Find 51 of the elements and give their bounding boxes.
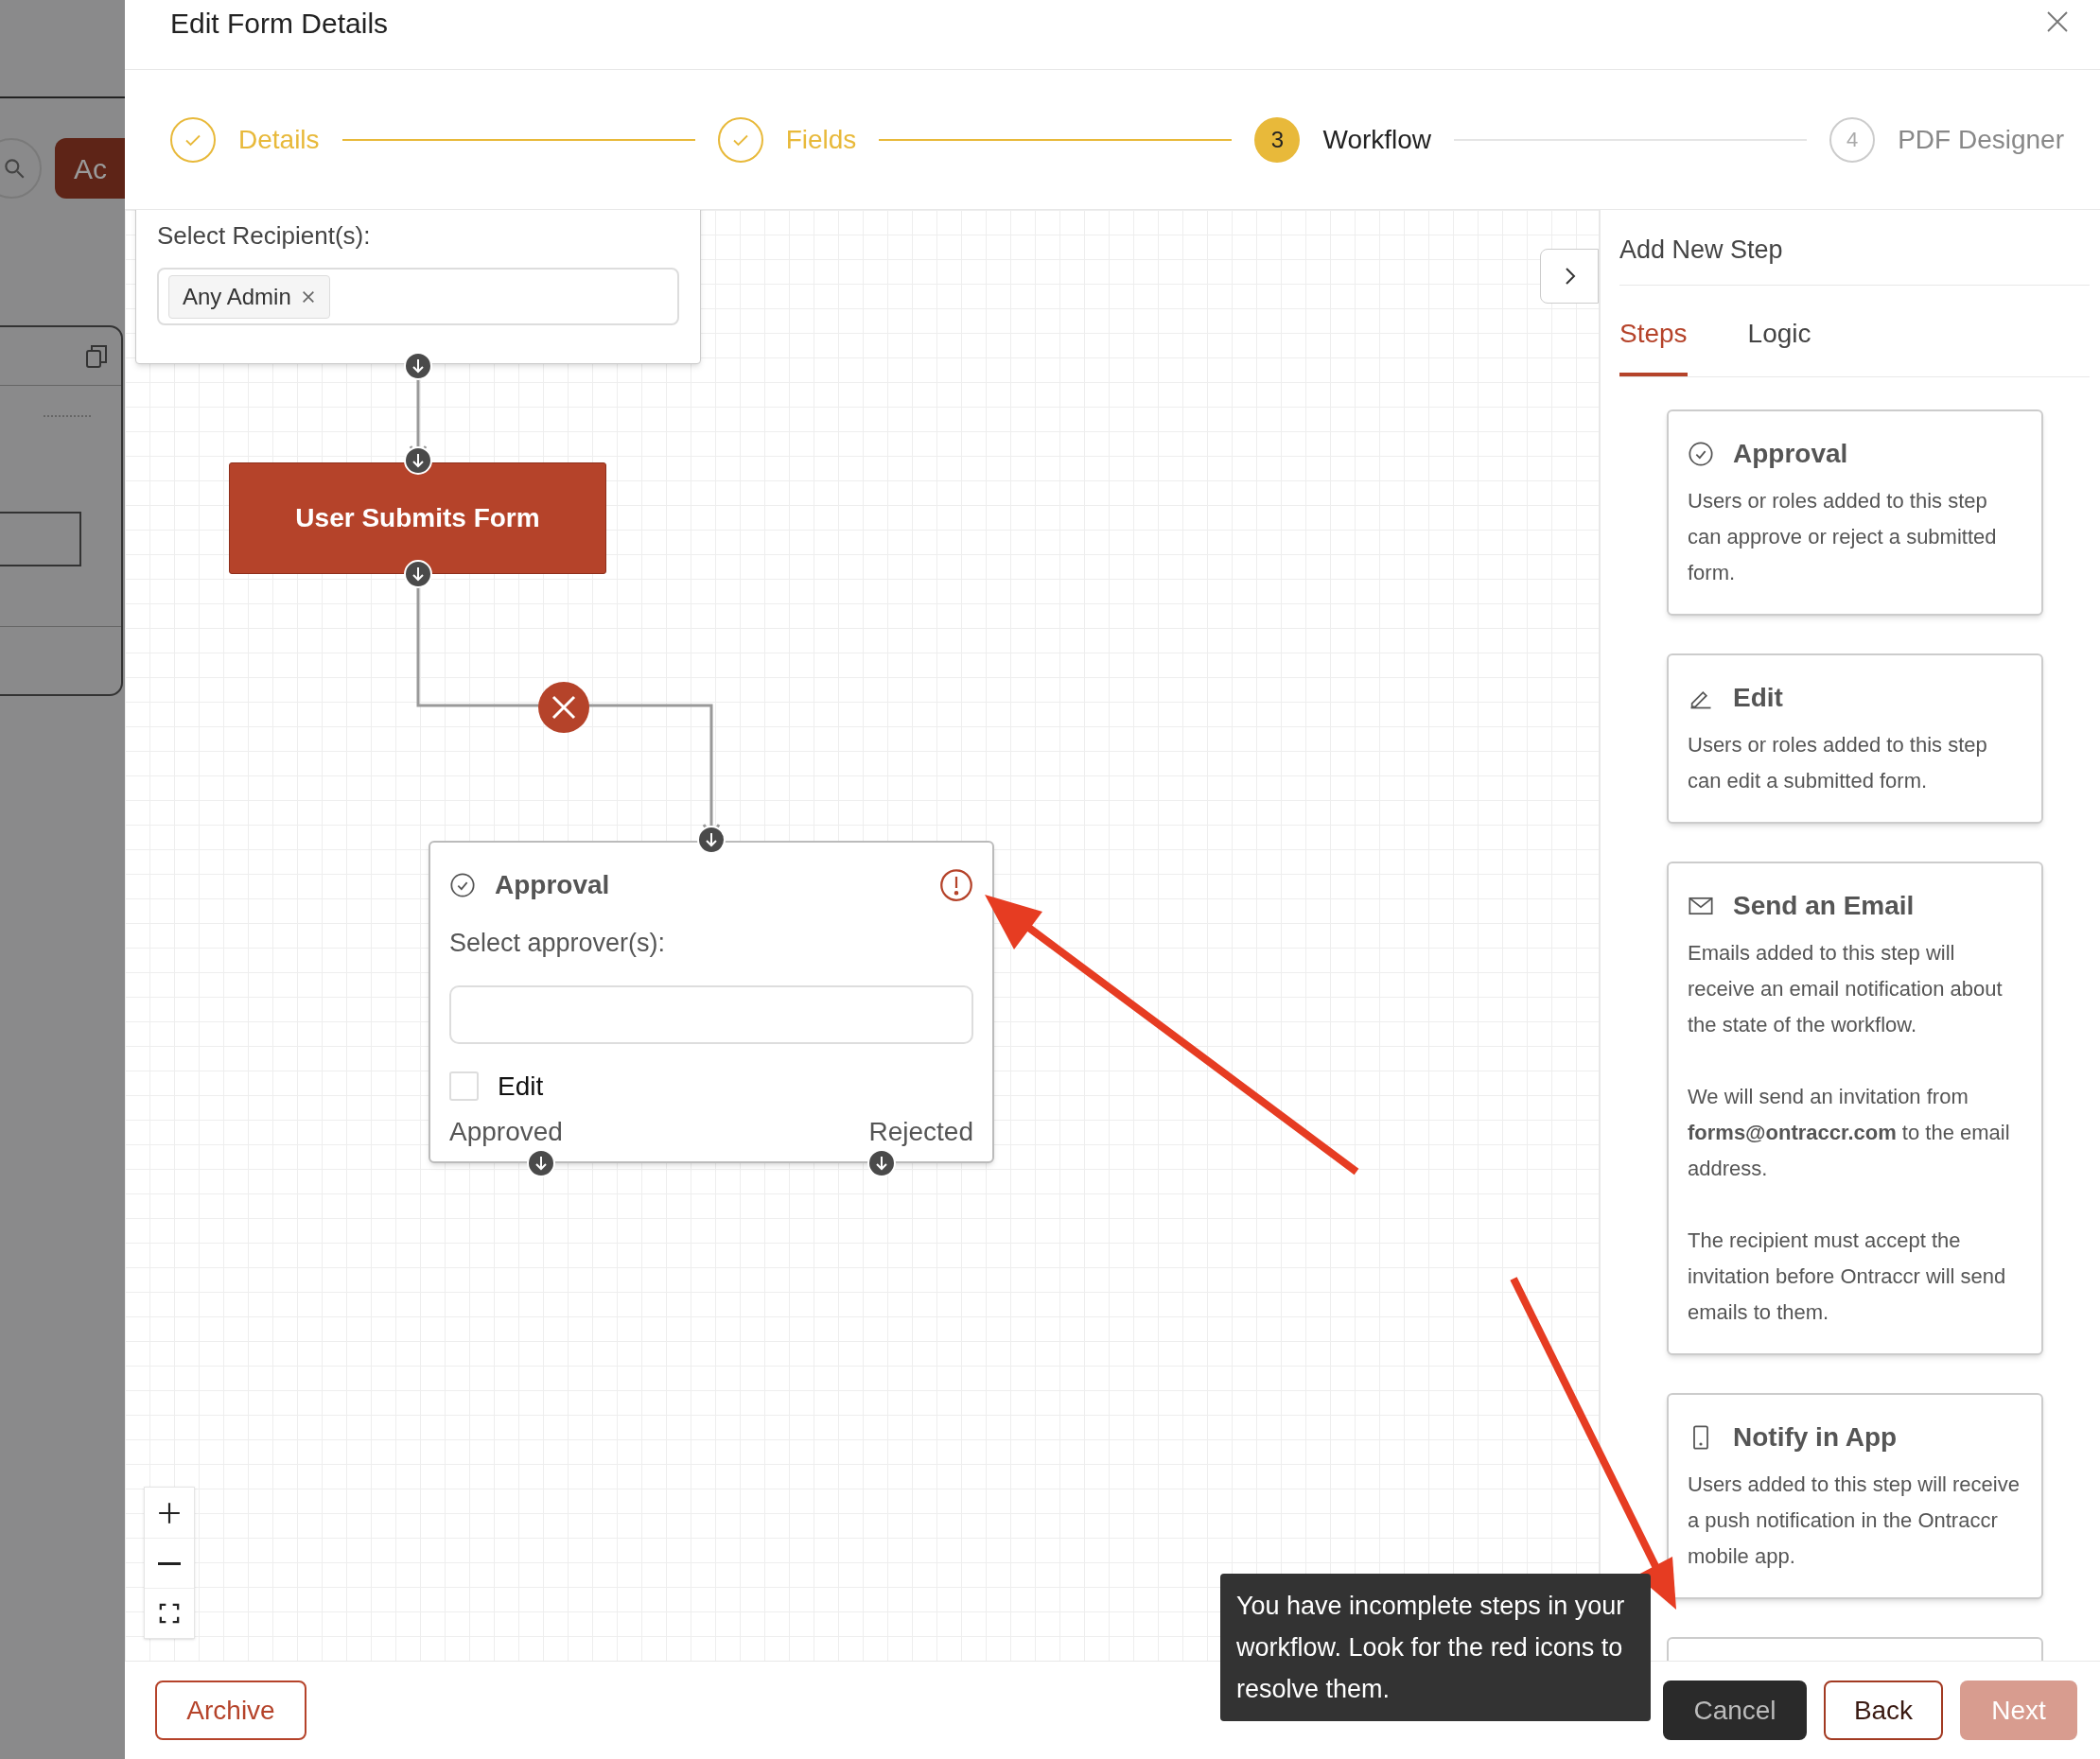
minus-icon: [158, 1561, 181, 1565]
footer-button[interactable]: Cancel: [1663, 1681, 1807, 1740]
step-label[interactable]: PDF Designer: [1898, 119, 2064, 160]
step-card[interactable]: Notify in App Users added to this step will receive a push notification in the Ontraccr mobile app.: [1667, 1392, 2043, 1599]
copy-icon[interactable]: [85, 343, 108, 369]
step-card[interactable]: [1667, 861, 2043, 1355]
step-number: 4: [1829, 116, 1876, 163]
field-label: Select Recipient(s):: [157, 220, 372, 252]
step-label[interactable]: Workflow: [1322, 119, 1432, 160]
step-complete-icon: [170, 116, 216, 163]
step-description: The recipient must accept the invitation before Ontraccr will send emails to them.: [1688, 1227, 2007, 1326]
step-title: Edit: [1733, 681, 1783, 714]
step-title: Approval: [1733, 437, 1848, 470]
step-title: Notify in App: [1733, 1420, 1898, 1454]
recipient-field[interactable]: Any Admin: [157, 268, 679, 325]
tooltip-text: You have incomplete steps in your workflow. Look for the red icons to resolve them.: [1236, 1591, 1626, 1705]
fullscreen-icon: [159, 1603, 180, 1624]
footer-button[interactable]: Back: [1824, 1681, 1943, 1740]
remove-icon[interactable]: [300, 288, 316, 305]
step-card[interactable]: Approval Users or roles added to this step can approve or reject a submitted form.: [1667, 409, 2043, 616]
step-description: Users or roles added to this step can approve or reject a submitted form.: [1688, 487, 1998, 586]
node-title: Approval: [495, 869, 611, 901]
warning-icon[interactable]: [939, 868, 973, 902]
plus-icon: [157, 1500, 182, 1525]
step-complete-icon: [717, 116, 763, 163]
approval-node[interactable]: Approval Select approver(s): Edit Approved Rejected: [429, 841, 994, 1163]
step-description: Users or roles added to this step can edit a submitted form.: [1688, 731, 1988, 794]
delete-connection-icon[interactable]: [538, 682, 589, 733]
step-card[interactable]: Edit Users or roles added to this step can edit a submitted form.: [1667, 653, 2043, 824]
tag-text: Any Admin: [183, 282, 291, 311]
panel-tab[interactable]: Steps: [1619, 313, 1688, 376]
archive-button[interactable]: Archive: [155, 1681, 306, 1740]
step-number: 3: [1254, 116, 1301, 163]
step-description: We will send an invitation from forms@ontraccr.com to the email address.: [1688, 1083, 2011, 1182]
check-circle-icon: [449, 872, 476, 898]
step-title: Send an Email: [1733, 889, 1915, 922]
approver-field[interactable]: [449, 984, 973, 1044]
output-label: Rejected: [868, 1115, 973, 1148]
panel-title: Add New Step: [1619, 235, 1783, 264]
step-description: Emails added to this step will receive an email notification about the state of the workflow.: [1688, 939, 2004, 1038]
trigger-node[interactable]: User Submits Form: [229, 462, 606, 574]
checkbox[interactable]: [449, 1071, 479, 1101]
add-button[interactable]: Ac: [55, 138, 125, 199]
check-circle-icon: [1688, 440, 1714, 467]
step-description: Users added to this step will receive a push notification in the Ontraccr mobile app.: [1688, 1471, 2021, 1570]
checkbox-label: Edit: [498, 1070, 544, 1103]
dialog-title: Edit Form Details: [170, 7, 389, 41]
search-icon: [2, 156, 26, 181]
field-label: Select approver(s):: [449, 928, 667, 959]
output-label: Approved: [449, 1115, 563, 1148]
panel-tab[interactable]: Logic: [1747, 313, 1811, 376]
